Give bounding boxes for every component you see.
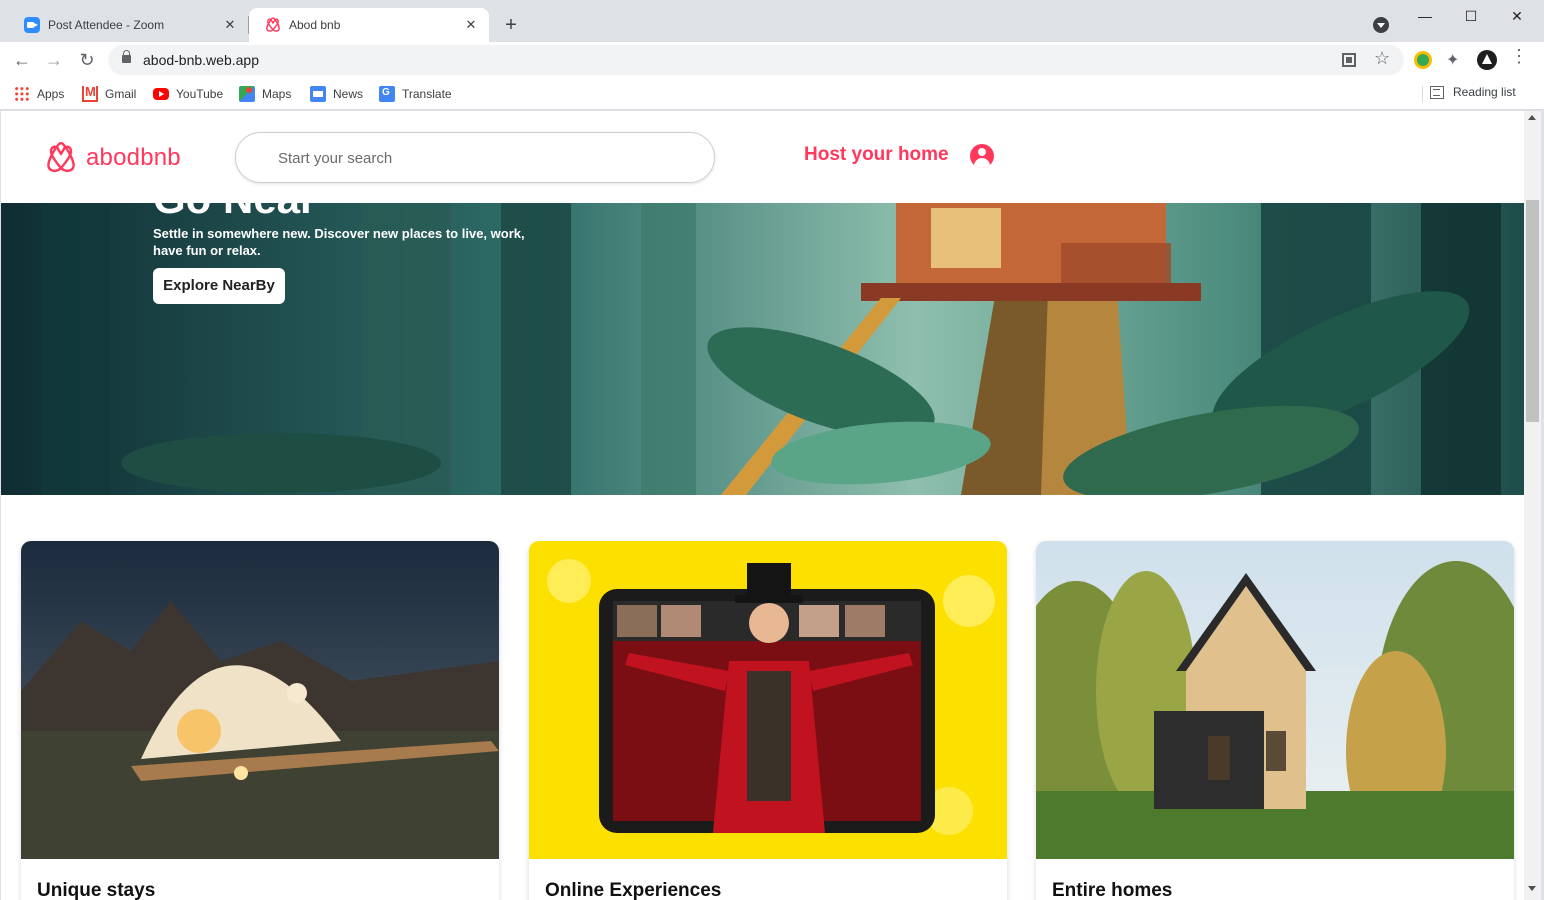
lock-icon[interactable] (122, 50, 131, 63)
browser-toolbar: ← → ↻ abod-bnb.web.app ☆ ✦ ⋮ (0, 42, 1544, 78)
news-icon (310, 86, 326, 102)
minimize-button[interactable]: — (1402, 4, 1448, 28)
hero-title: Go Near (153, 203, 316, 223)
reload-icon[interactable]: ↻ (75, 48, 99, 72)
scroll-thumb[interactable] (1526, 200, 1539, 422)
profile-avatar[interactable] (1477, 50, 1497, 70)
tab-title: Abod bnb (289, 18, 341, 32)
airbnb-logo-icon (47, 142, 75, 173)
bookmark-label: News (333, 87, 364, 101)
close-window-button[interactable]: ✕ (1494, 4, 1540, 28)
card-image-experience (529, 541, 1007, 859)
browser-menu-icon[interactable]: ⋮ (1510, 46, 1528, 67)
card-unique-stays[interactable]: Unique stays (21, 541, 499, 900)
scroll-up-arrow-icon[interactable] (1528, 115, 1536, 120)
site-header: abodbnb Host your home (1, 111, 1524, 203)
reading-list-icon (1430, 85, 1444, 99)
search-input[interactable] (278, 147, 658, 169)
bookmark-label: Gmail (105, 87, 137, 101)
extensions-puzzle-icon[interactable]: ✦ (1446, 50, 1464, 69)
close-tab-icon[interactable]: ✕ (222, 17, 238, 33)
bookmark-label: Translate (402, 87, 452, 101)
airbnb-icon (266, 17, 280, 32)
reading-list-button[interactable]: Reading list (1430, 85, 1516, 99)
category-cards: Unique stays Online Experiences Entire h… (1, 541, 1524, 900)
tab-abod-bnb[interactable]: Abod bnb ✕ (249, 8, 489, 42)
tab-strip: Post Attendee - Zoom ✕ Abod bnb ✕ + — ☐ … (0, 0, 1544, 42)
bookmark-label: Apps (37, 87, 65, 101)
reading-list-label: Reading list (1453, 85, 1516, 99)
card-title: Unique stays (37, 880, 156, 900)
close-tab-icon[interactable]: ✕ (463, 17, 479, 33)
forward-arrow-icon[interactable]: → (42, 48, 66, 72)
brand-logo-link[interactable]: abodbnb (45, 141, 181, 175)
hero-banner: Go Near Settle in somewhere new. Discove… (1, 203, 1524, 495)
card-image-house (1036, 541, 1514, 859)
back-arrow-icon[interactable]: ← (10, 48, 34, 72)
search-bar[interactable] (235, 132, 715, 183)
zoom-icon (24, 17, 40, 33)
bookmark-apps[interactable]: Apps (14, 85, 64, 103)
qr-code-icon[interactable] (1342, 53, 1356, 67)
hero-subtitle: Settle in somewhere new. Discover new pl… (153, 226, 525, 258)
url-text[interactable]: abod-bnb.web.app (143, 52, 259, 68)
bookmark-translate[interactable]: Translate (379, 85, 452, 103)
explore-nearby-button[interactable]: Explore NearBy (153, 268, 285, 304)
maps-icon (239, 86, 255, 102)
bookmark-maps[interactable]: Maps (239, 85, 291, 103)
page-scrollbar[interactable] (1524, 111, 1541, 900)
bookmark-news[interactable]: News (310, 85, 363, 103)
maximize-button[interactable]: ☐ (1448, 4, 1494, 28)
extension-icon[interactable] (1414, 51, 1432, 69)
scroll-down-arrow-icon[interactable] (1528, 886, 1536, 891)
gmail-icon (82, 84, 98, 102)
user-account-icon[interactable] (970, 144, 994, 168)
tab-title: Post Attendee - Zoom (48, 18, 165, 32)
bookmark-gmail[interactable]: Gmail (82, 84, 137, 103)
youtube-icon (153, 88, 169, 100)
tab-zoom[interactable]: Post Attendee - Zoom ✕ (8, 8, 248, 42)
card-title: Entire homes (1052, 880, 1173, 900)
bookmark-youtube[interactable]: YouTube (153, 85, 223, 103)
host-your-home-link[interactable]: Host your home (804, 144, 949, 166)
bookmark-star-icon[interactable]: ☆ (1374, 48, 1390, 69)
brand-name: abodbnb (86, 144, 181, 171)
card-entire-homes[interactable]: Entire homes (1036, 541, 1514, 900)
new-tab-button[interactable]: + (500, 14, 522, 36)
bookmark-label: Maps (262, 87, 292, 101)
card-online-experiences[interactable]: Online Experiences (529, 541, 1007, 900)
bookmarks-bar: Apps Gmail YouTube Maps News Translate R… (0, 78, 1544, 110)
page-viewport: Go Near Settle in somewhere new. Discove… (1, 111, 1524, 900)
address-bar[interactable]: abod-bnb.web.app ☆ (108, 45, 1404, 75)
divider (1422, 86, 1423, 102)
card-image-dome (21, 541, 499, 859)
bookmark-label: YouTube (176, 87, 224, 101)
tab-search-icon[interactable] (1373, 17, 1389, 33)
translate-icon (379, 86, 395, 102)
card-title: Online Experiences (545, 880, 722, 900)
apps-grid-icon (14, 86, 30, 102)
